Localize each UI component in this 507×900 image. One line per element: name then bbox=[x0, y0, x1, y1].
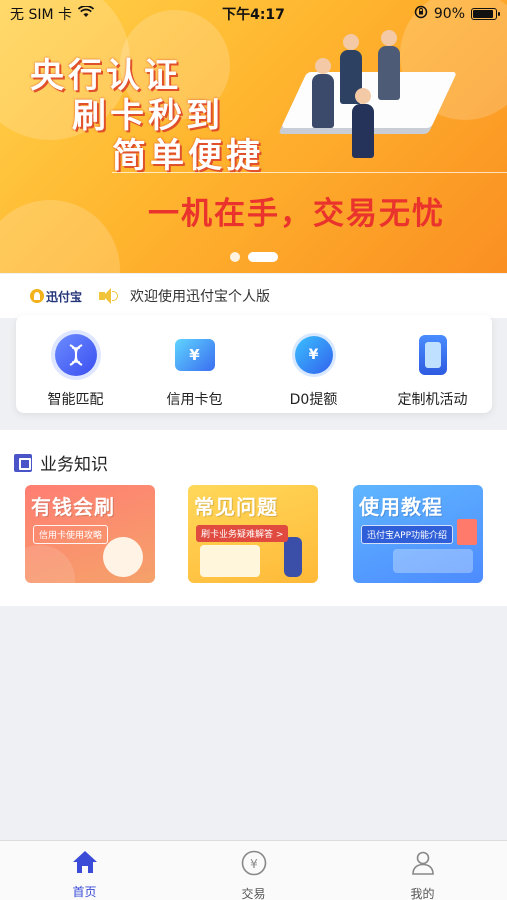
card-decoration bbox=[393, 549, 473, 573]
book-icon bbox=[14, 453, 32, 472]
knowledge-card-subtitle: 迅付宝APP功能介绍 bbox=[361, 525, 454, 544]
notice-bar[interactable]: 迅付宝 欢迎使用迅付宝个人版 bbox=[0, 274, 507, 318]
quick-entry-custom-device[interactable]: 定制机活动 bbox=[378, 333, 488, 409]
tab-profile[interactable]: 我的 bbox=[338, 841, 507, 900]
bottom-tab-bar: 首页 ¥ 交易 我的 bbox=[0, 840, 507, 900]
knowledge-card-title: 使用教程 bbox=[359, 495, 443, 519]
quick-entry-label: 智能匹配 bbox=[47, 392, 104, 408]
quick-entry-d0-limit[interactable]: ¥ D0提额 bbox=[259, 333, 369, 409]
knowledge-card-subtitle: 信用卡使用攻略 bbox=[33, 525, 109, 544]
quick-entry-label: 定制机活动 bbox=[397, 392, 468, 408]
knowledge-card-faq[interactable]: 常见问题 刷卡业务疑难解答 > bbox=[188, 485, 318, 583]
coin-icon: ¥ bbox=[292, 333, 336, 377]
home-icon bbox=[71, 849, 99, 879]
carrier-label: 无 SIM 卡 bbox=[10, 7, 72, 23]
knowledge-section: 业务知识 有钱会刷 信用卡使用攻略 常见问题 刷卡业务疑难解答 > 使用教程 迅… bbox=[0, 430, 507, 606]
tab-transactions[interactable]: ¥ 交易 bbox=[169, 841, 338, 900]
card-decoration bbox=[200, 545, 260, 577]
banner-headline-3: 简单便捷 bbox=[112, 136, 264, 176]
quick-entry-card: 智能匹配 ¥ 信用卡包 ¥ D0提额 定制机活动 bbox=[16, 315, 492, 413]
tab-home[interactable]: 首页 bbox=[0, 841, 169, 900]
section-header: 业务知识 bbox=[14, 450, 108, 475]
knowledge-card-tips[interactable]: 有钱会刷 信用卡使用攻略 bbox=[25, 485, 155, 583]
card-decoration bbox=[284, 537, 302, 577]
carousel-dot-active[interactable] bbox=[247, 252, 278, 262]
business-person-illustration bbox=[352, 88, 374, 158]
business-person-illustration bbox=[312, 58, 334, 128]
banner-bubble bbox=[0, 200, 120, 273]
brand-name: 迅付宝 bbox=[46, 289, 83, 304]
knowledge-card-tutorial[interactable]: 使用教程 迅付宝APP功能介绍 bbox=[353, 485, 483, 583]
knowledge-card-title: 常见问题 bbox=[194, 495, 278, 519]
quick-entry-smart-match[interactable]: 智能匹配 bbox=[21, 333, 131, 409]
quick-entry-label: D0提额 bbox=[289, 392, 338, 408]
card-wallet-icon: ¥ bbox=[173, 333, 217, 377]
brand-logo: 迅付宝 bbox=[30, 288, 82, 305]
brand-mark-icon bbox=[30, 289, 44, 303]
section-title: 业务知识 bbox=[40, 455, 108, 475]
carousel-dot[interactable] bbox=[229, 252, 240, 262]
battery-percent: 90% bbox=[433, 6, 465, 22]
wifi-icon bbox=[77, 5, 95, 22]
dna-icon bbox=[54, 333, 98, 377]
tab-label: 我的 bbox=[410, 887, 435, 900]
promo-banner[interactable]: 央行认证 刷卡秒到 简单便捷 一机在手，交易无忧 bbox=[0, 0, 507, 273]
user-icon bbox=[409, 849, 437, 881]
quick-entry-card-wallet[interactable]: ¥ 信用卡包 bbox=[140, 333, 250, 409]
rotation-lock-icon bbox=[414, 5, 428, 23]
banner-divider bbox=[112, 172, 507, 173]
yuan-circle-icon: ¥ bbox=[240, 849, 268, 881]
knowledge-card-title: 有钱会刷 bbox=[31, 495, 115, 519]
card-decoration bbox=[457, 519, 477, 545]
banner-slogan: 一机在手，交易无忧 bbox=[148, 196, 445, 232]
tab-label: 交易 bbox=[241, 887, 266, 900]
notice-text: 欢迎使用迅付宝个人版 bbox=[130, 289, 271, 305]
card-decoration bbox=[103, 537, 143, 577]
card-decoration bbox=[25, 545, 75, 583]
knowledge-card-subtitle: 刷卡业务疑难解答 > bbox=[196, 525, 289, 542]
battery-icon bbox=[471, 8, 500, 20]
status-bar: 无 SIM 卡 下午4:17 90% bbox=[0, 0, 507, 28]
carousel-indicator bbox=[0, 252, 507, 262]
speaker-icon bbox=[98, 288, 119, 304]
pos-device-icon bbox=[411, 333, 455, 377]
tab-label: 首页 bbox=[72, 885, 97, 899]
svg-text:¥: ¥ bbox=[250, 857, 258, 871]
quick-entry-label: 信用卡包 bbox=[166, 392, 223, 408]
business-person-illustration bbox=[378, 30, 400, 100]
